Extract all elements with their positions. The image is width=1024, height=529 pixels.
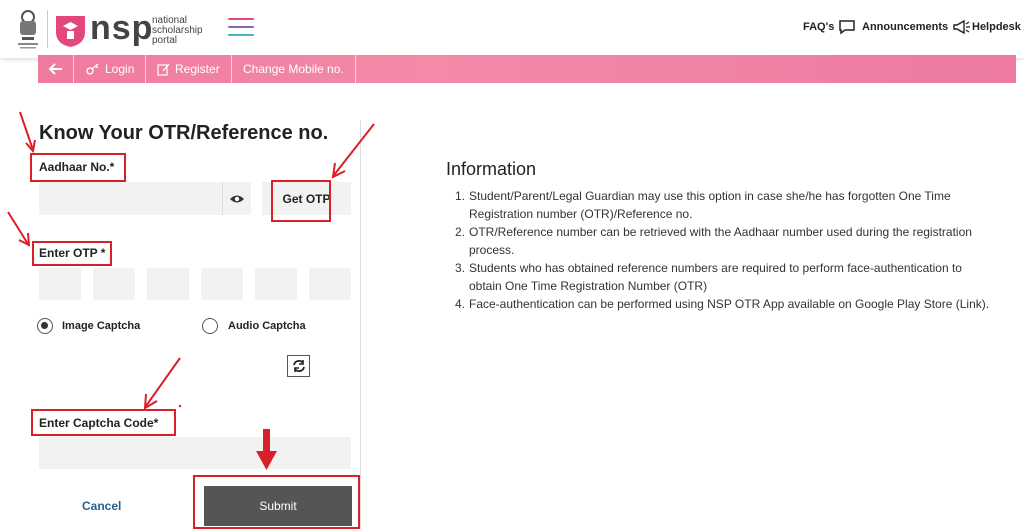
information-title: Information: [446, 159, 537, 179]
brand-name[interactable]: nsp: [90, 9, 153, 47]
list-item: 2. OTR/Reference number can be retrieved …: [455, 223, 995, 259]
national-emblem-icon: [18, 10, 38, 49]
refresh-captcha-button[interactable]: [287, 355, 310, 377]
header-divider: [47, 10, 48, 48]
annotation-dot: [178, 404, 182, 408]
list-item: 3. Students who has obtained reference nu…: [455, 259, 995, 295]
captcha-code-input[interactable]: [39, 437, 351, 469]
nsp-logo-icon[interactable]: [54, 12, 87, 48]
information-list: 1. Student/Parent/Legal Guardian may use …: [455, 187, 995, 313]
otp-digit-input[interactable]: [201, 268, 243, 300]
audio-captcha-label: Audio Captcha: [228, 320, 306, 332]
back-button[interactable]: [48, 55, 64, 83]
cancel-button[interactable]: Cancel: [82, 499, 121, 513]
subnav-login[interactable]: Login: [86, 55, 134, 83]
chat-icon: [839, 20, 856, 35]
annotation-box: [193, 475, 360, 529]
nav-faqs[interactable]: FAQ's: [803, 17, 856, 37]
subnav-separator: [73, 55, 74, 83]
menu-bar: [228, 18, 254, 20]
subnav-separator: [355, 55, 356, 83]
annotation-box: [31, 409, 176, 436]
subnav-change-mobile-label: Change Mobile no.: [243, 62, 344, 76]
list-item: 1. Student/Parent/Legal Guardian may use …: [455, 187, 995, 223]
subnav-login-label: Login: [105, 62, 135, 76]
list-item-number: 1.: [455, 189, 466, 203]
form-panel-border: [360, 120, 361, 529]
image-captcha-radio[interactable]: [37, 318, 53, 334]
menu-icon[interactable]: [228, 18, 254, 40]
subnav-separator: [145, 55, 146, 83]
audio-captcha-radio[interactable]: [202, 318, 218, 334]
toggle-visibility-button[interactable]: [222, 182, 251, 215]
image-captcha-label: Image Captcha: [62, 320, 141, 332]
aadhaar-input[interactable]: [39, 182, 222, 215]
list-item-number: 2.: [455, 225, 466, 239]
otp-digit-input[interactable]: [255, 268, 297, 300]
megaphone-icon: [953, 19, 971, 35]
annotation-arrow: [19, 111, 36, 154]
subnav-register-label: Register: [175, 62, 220, 76]
subnav-register[interactable]: Register: [157, 55, 220, 83]
list-item-text: Students who has obtained reference numb…: [469, 261, 962, 293]
annotation-arrow: [7, 211, 31, 247]
nav-announcements-label: Announcements: [862, 21, 949, 33]
otp-digit-input[interactable]: [147, 268, 189, 300]
menu-bar: [228, 26, 254, 28]
sub-navigation: Login Register Change Mobile no.: [38, 55, 1016, 83]
list-item-number: 4.: [455, 297, 466, 311]
annotation-box: [30, 153, 126, 182]
annotation-box: [271, 180, 331, 222]
menu-bar: [228, 34, 254, 36]
brand-sub-line: portal: [152, 35, 178, 46]
list-item: 4. Face-authentication can be performed u…: [455, 295, 995, 313]
annotation-box: [32, 241, 112, 266]
eye-icon: [230, 195, 244, 202]
nav-helpdesk-label: Helpdesk: [972, 21, 1021, 33]
annotation-arrow: [143, 357, 181, 410]
nav-helpdesk[interactable]: Helpdesk: [972, 17, 1021, 37]
otp-digit-input[interactable]: [39, 268, 81, 300]
brand-subtitle: national scholarship portal: [152, 16, 212, 46]
page-title: Know Your OTR/Reference no.: [39, 122, 329, 144]
subnav-change-mobile[interactable]: Change Mobile no.: [243, 55, 344, 83]
arrow-left-icon: [48, 63, 62, 75]
nav-announcements[interactable]: Announcements: [862, 17, 972, 37]
subnav-separator: [231, 55, 232, 83]
nav-faqs-label: FAQ's: [803, 21, 835, 33]
otp-digit-input[interactable]: [309, 268, 351, 300]
site-header: nsp national scholarship portal FAQ's An…: [0, 0, 1024, 58]
key-icon: [86, 63, 99, 75]
otp-digit-input[interactable]: [93, 268, 135, 300]
list-item-text: OTR/Reference number can be retrieved wi…: [469, 225, 972, 257]
annotation-arrow: [331, 123, 375, 179]
refresh-icon: [292, 360, 305, 372]
list-item-text: Student/Parent/Legal Guardian may use th…: [469, 189, 951, 221]
list-item-text: Face-authentication can be performed usi…: [469, 297, 990, 311]
edit-icon: [157, 63, 170, 76]
list-item-number: 3.: [455, 261, 466, 275]
